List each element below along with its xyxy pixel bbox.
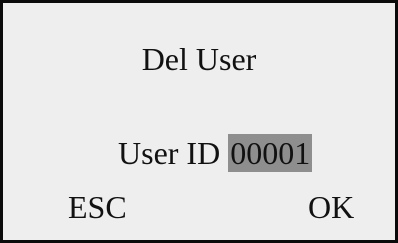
user-id-input[interactable]: 00001 [228, 134, 313, 172]
screen-title: Del User [141, 41, 257, 77]
device-screen: Del User User ID 00001 ESC OK [0, 0, 398, 243]
user-id-row: User ID 00001 [118, 134, 313, 172]
user-id-label: User ID [118, 135, 221, 171]
esc-button[interactable]: ESC [68, 189, 127, 225]
ok-button[interactable]: OK [308, 189, 354, 225]
